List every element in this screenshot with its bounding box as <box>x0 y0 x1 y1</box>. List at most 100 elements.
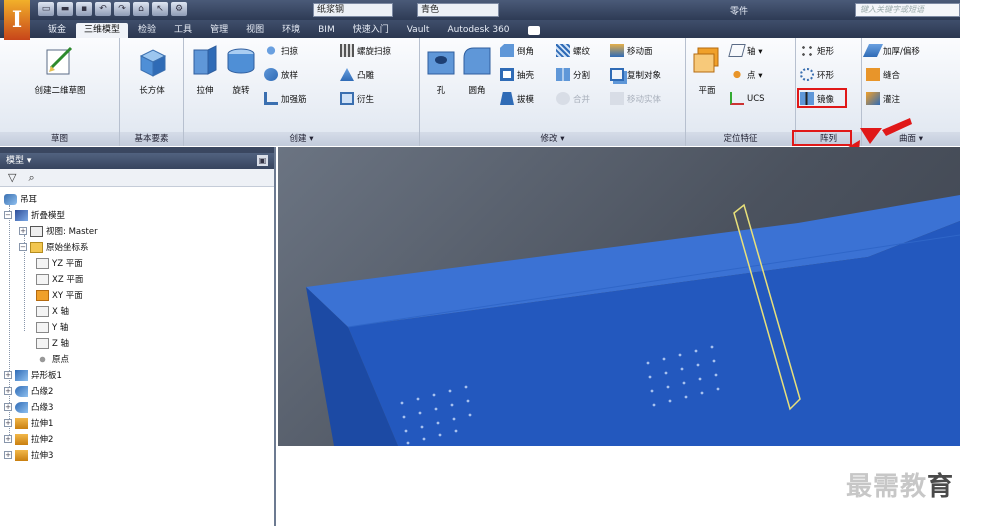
material-dropdown[interactable]: 纸浆钢 <box>313 3 393 17</box>
box-button[interactable]: 长方体 <box>126 44 178 97</box>
move-body-icon <box>610 92 624 105</box>
new-icon[interactable]: ▭ <box>38 2 54 16</box>
sweep-icon <box>264 44 278 57</box>
tab-tools[interactable]: 工具 <box>166 23 200 38</box>
point-button[interactable]: 点 ▾ <box>730 68 762 81</box>
appearance-dropdown[interactable]: 青色 <box>417 3 499 17</box>
stitch-button[interactable]: 缝合 <box>866 68 900 81</box>
flange-icon <box>15 385 28 397</box>
search-input[interactable]: 键入关键字或短语 <box>855 3 960 17</box>
tab-vault[interactable]: Vault <box>399 23 438 38</box>
ribbon-minimize-icon[interactable] <box>527 26 540 35</box>
circular-pattern-button[interactable]: 环形 <box>800 68 834 81</box>
redo-icon[interactable]: ↷ <box>114 2 130 16</box>
tab-view[interactable]: 视图 <box>238 23 272 38</box>
chamfer-button[interactable]: 倒角 <box>500 44 534 57</box>
tree-node-xy-plane[interactable]: XY 平面 <box>36 289 83 301</box>
expand-icon[interactable]: + <box>4 419 12 427</box>
tree-node-origin[interactable]: − 原始坐标系 <box>19 241 89 253</box>
work-axis-icon <box>36 337 49 349</box>
extrude-label: 拉伸 <box>196 86 214 96</box>
tree-node-extrusion3[interactable]: + 拉伸3 <box>4 449 53 461</box>
tree-node-contour-flange[interactable]: + 异形板1 <box>4 369 62 381</box>
tab-autodesk-360[interactable]: Autodesk 360 <box>439 23 517 38</box>
tab-bim[interactable]: BIM <box>310 23 343 38</box>
derive-button[interactable]: 衍生 <box>340 92 374 105</box>
expand-icon[interactable]: + <box>4 387 12 395</box>
coil-icon <box>340 44 354 57</box>
rib-button[interactable]: 加强筋 <box>264 92 307 105</box>
browser-header[interactable]: 模型 ▾ ▣ <box>0 153 274 169</box>
coil-button[interactable]: 螺旋扫掠 <box>340 44 391 57</box>
collapse-icon[interactable]: − <box>4 211 12 219</box>
fillet-button[interactable]: 圆角 <box>460 44 494 97</box>
ucs-button[interactable]: UCS <box>730 92 765 105</box>
expand-icon[interactable]: + <box>4 435 12 443</box>
expand-icon[interactable]: + <box>4 403 12 411</box>
tree-node-view[interactable]: + 视图: Master <box>19 225 98 237</box>
plane-button[interactable]: 平面 <box>690 44 724 97</box>
emboss-button[interactable]: 凸雕 <box>340 68 374 81</box>
tab-sheet-metal[interactable]: 钣金 <box>40 23 74 38</box>
tree-node-extrusion1[interactable]: + 拉伸1 <box>4 417 53 429</box>
tree-node-origin-point[interactable]: 原点 <box>36 353 69 365</box>
save-icon[interactable]: ▪ <box>76 2 92 16</box>
update-icon[interactable]: ⚙ <box>171 2 187 16</box>
revolve-button[interactable]: 旋转 <box>224 44 258 97</box>
tab-inspect[interactable]: 检验 <box>130 23 164 38</box>
tree-node-label: 原始坐标系 <box>46 243 89 253</box>
tree-node-extrusion2[interactable]: + 拉伸2 <box>4 433 53 445</box>
tree-node-label: 拉伸1 <box>31 419 54 429</box>
browser-menu-icon[interactable]: ▣ <box>257 155 268 166</box>
tree-node-flange3[interactable]: + 凸缘3 <box>4 401 53 413</box>
select-icon[interactable]: ↖ <box>152 2 168 16</box>
combine-button[interactable]: 合并 <box>556 92 590 105</box>
tab-manage[interactable]: 管理 <box>202 23 236 38</box>
move-face-button[interactable]: 移动面 <box>610 44 653 57</box>
emboss-icon <box>340 68 354 81</box>
axis-button[interactable]: 轴 ▾ <box>728 44 762 57</box>
shell-button[interactable]: 抽壳 <box>500 68 534 81</box>
sketch-panel-title: 草图 <box>0 132 119 146</box>
tree-node-x-axis[interactable]: X 轴 <box>36 305 69 317</box>
copy-object-button[interactable]: 复制对象 <box>610 68 661 81</box>
open-icon[interactable]: ▬ <box>57 2 73 16</box>
model-browser: 模型 ▾ ▣ ▽ ⌕ 吊耳 − 折叠模型 + 视图: Master − 原始坐标… <box>0 147 276 526</box>
loft-button[interactable]: 放样 <box>264 68 298 81</box>
application-menu-button[interactable]: I <box>4 0 30 40</box>
expand-icon[interactable]: + <box>4 451 12 459</box>
home-icon[interactable]: ⌂ <box>133 2 149 16</box>
tree-node-y-axis[interactable]: Y 轴 <box>36 321 68 333</box>
tree-node-yz-plane[interactable]: YZ 平面 <box>36 257 83 269</box>
tab-3d-model[interactable]: 三维模型 <box>76 23 129 38</box>
collapse-icon[interactable]: − <box>19 243 27 251</box>
expand-icon[interactable]: + <box>4 371 12 379</box>
thicken-button[interactable]: 加厚/偏移 <box>862 44 920 57</box>
create-2d-sketch-button[interactable]: 创建二维草图 <box>14 44 106 97</box>
tab-get-started[interactable]: 快速入门 <box>345 23 397 38</box>
expand-icon[interactable]: + <box>19 227 27 235</box>
copy-object-label: 复制对象 <box>627 70 662 81</box>
extrude-button[interactable]: 拉伸 <box>188 44 222 97</box>
tree-node-folded-model[interactable]: − 折叠模型 <box>4 209 65 221</box>
tree-node-flange2[interactable]: + 凸缘2 <box>4 385 53 397</box>
create-panel-title: 创建 ▾ <box>184 132 419 146</box>
graphics-viewport[interactable] <box>278 147 960 446</box>
undo-icon[interactable]: ↶ <box>95 2 111 16</box>
sweep-button[interactable]: 扫掠 <box>264 44 298 57</box>
tree-node-z-axis[interactable]: Z 轴 <box>36 337 69 349</box>
draft-button[interactable]: 拔模 <box>500 92 534 105</box>
filter-icon[interactable]: ▽ <box>8 171 16 184</box>
tab-environments[interactable]: 环境 <box>274 23 308 38</box>
tree-node-root[interactable]: 吊耳 <box>4 193 37 205</box>
hole-button[interactable]: 孔 <box>424 44 458 97</box>
thread-button[interactable]: 螺纹 <box>556 44 590 57</box>
find-icon[interactable]: ⌕ <box>28 171 34 185</box>
rectangular-pattern-button[interactable]: 矩形 <box>800 44 834 57</box>
tree-node-xz-plane[interactable]: XZ 平面 <box>36 273 83 285</box>
split-button[interactable]: 分割 <box>556 68 590 81</box>
move-body-button[interactable]: 移动实体 <box>610 92 661 105</box>
axis-icon <box>728 44 746 57</box>
move-body-label: 移动实体 <box>627 94 662 105</box>
tree-node-label: 异形板1 <box>31 371 62 381</box>
